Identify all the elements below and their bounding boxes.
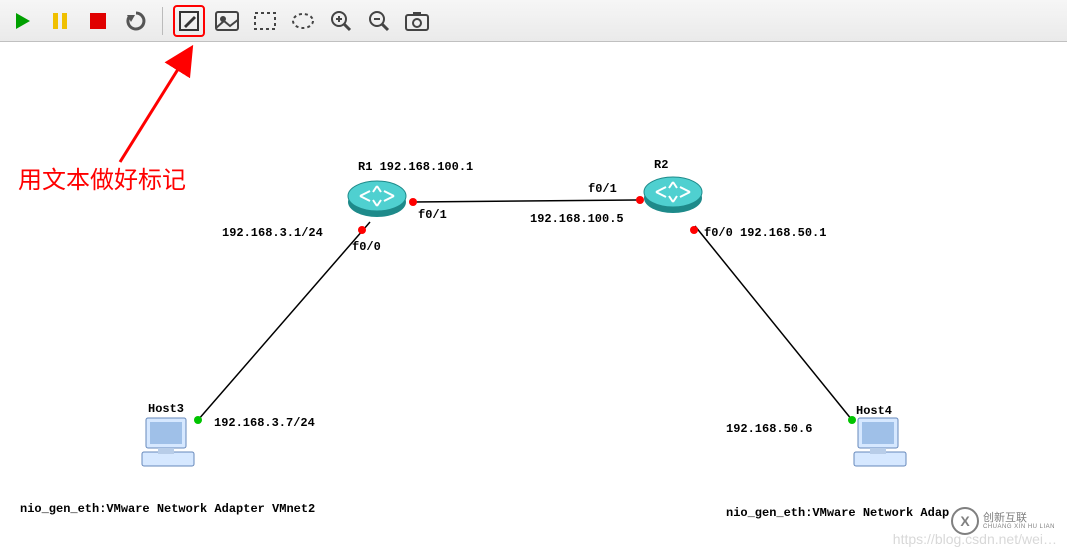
toolbar (0, 0, 1067, 42)
router-icon (642, 170, 704, 216)
reload-button[interactable] (120, 5, 152, 37)
text-note-button[interactable] (173, 5, 205, 37)
pause-button[interactable] (44, 5, 76, 37)
brand-glyph: X (951, 507, 979, 535)
label-link-ip: 192.168.100.5 (530, 212, 624, 226)
label-r1-f00: f0/0 (352, 240, 381, 254)
play-button[interactable] (6, 5, 38, 37)
port-r1-f01 (409, 198, 417, 206)
stop-button[interactable] (82, 5, 114, 37)
label-nic-left: nio_gen_eth:VMware Network Adapter VMnet… (20, 502, 315, 516)
rect-select-button[interactable] (249, 5, 281, 37)
screenshot-button[interactable] (401, 5, 433, 37)
label-nic-right: nio_gen_eth:VMware Network Adap (726, 506, 949, 520)
label-r1-lan: 192.168.3.1/24 (222, 226, 323, 240)
label-r2-f00: f0/0 192.168.50.1 (704, 226, 826, 240)
label-r1-title: R1 192.168.100.1 (358, 160, 473, 174)
brand-line1: 创新互联 (983, 513, 1055, 524)
host3[interactable] (138, 414, 198, 479)
pc-icon (850, 414, 910, 474)
router-icon (346, 174, 408, 220)
port-r2-f00 (690, 226, 698, 234)
pc-icon (138, 414, 198, 474)
router-r2[interactable] (642, 170, 704, 221)
zoom-out-button[interactable] (363, 5, 395, 37)
image-button[interactable] (211, 5, 243, 37)
label-r2-title: R2 (654, 158, 668, 172)
label-host4-ip: 192.168.50.6 (726, 422, 812, 436)
router-r1[interactable] (346, 174, 408, 225)
topology-canvas[interactable]: 用文本做好标记 (0, 42, 1067, 553)
brand-logo: X 创新互联 CHUANG XIN HU LIAN (951, 507, 1055, 535)
label-host4-name: Host4 (856, 404, 892, 418)
toolbar-separator (162, 7, 163, 35)
host4[interactable] (850, 414, 910, 479)
label-host3-name: Host3 (148, 402, 184, 416)
port-r1-f00 (358, 226, 366, 234)
label-r2-f01: f0/1 (588, 182, 617, 196)
zoom-in-button[interactable] (325, 5, 357, 37)
label-r1-f01: f0/1 (418, 208, 447, 222)
brand-line2: CHUANG XIN HU LIAN (983, 524, 1055, 530)
label-host3-ip: 192.168.3.7/24 (214, 416, 315, 430)
ellipse-select-button[interactable] (287, 5, 319, 37)
